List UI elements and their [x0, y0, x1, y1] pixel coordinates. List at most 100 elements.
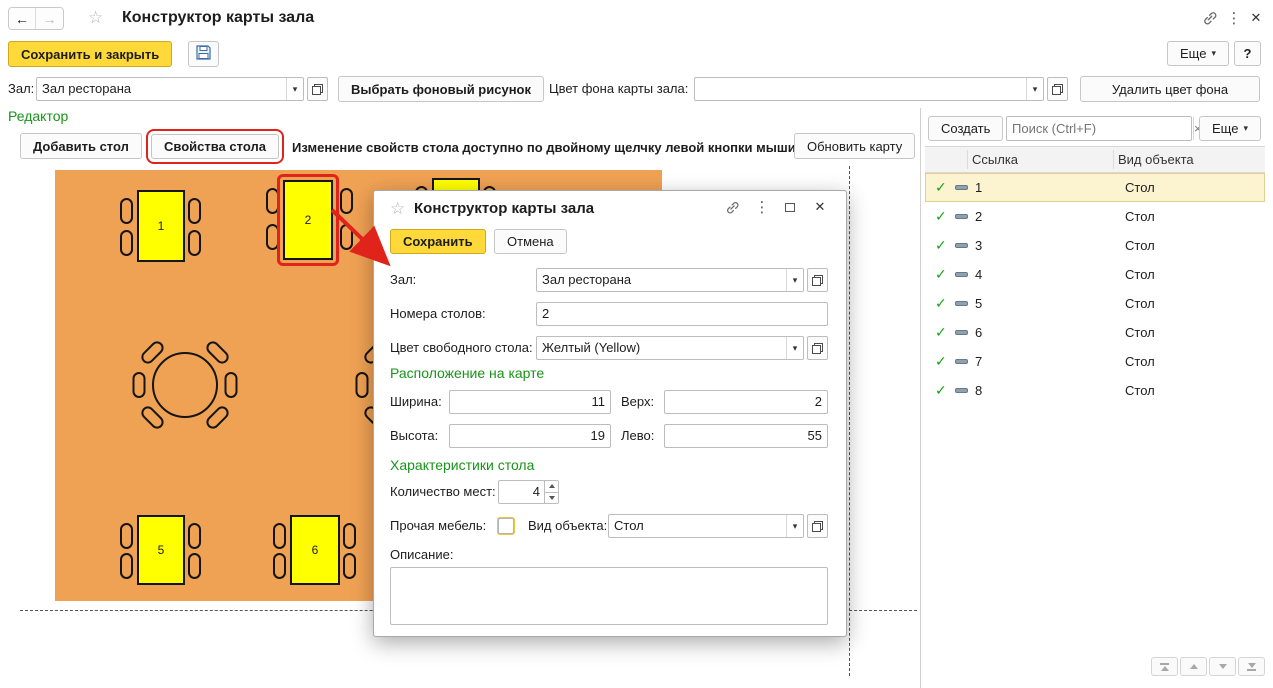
window-close-icon[interactable]: ✕ — [1246, 8, 1266, 28]
dialog-seats-value: 4 — [499, 481, 544, 503]
table-row[interactable]: ✓ 3 Стол — [925, 231, 1265, 260]
chair-icon — [188, 523, 201, 549]
spinner-buttons[interactable] — [544, 481, 558, 503]
open-form-icon — [812, 275, 823, 286]
spinner-up-icon[interactable] — [545, 481, 558, 493]
map-table-6[interactable]: 6 — [290, 515, 340, 585]
dialog-maximize-icon[interactable] — [780, 197, 800, 217]
row-ref: 5 — [975, 289, 982, 318]
help-button[interactable]: ? — [1234, 41, 1261, 66]
table-row[interactable]: ✓ 4 Стол — [925, 260, 1265, 289]
chevron-down-icon: ▾ — [1033, 85, 1038, 94]
dialog-free-color-combobox[interactable]: Желтый (Yellow) ▾ — [536, 336, 804, 360]
table-row[interactable]: ✓ 1 Стол — [925, 173, 1265, 202]
forward-icon: → — [43, 11, 57, 27]
row-ref: 3 — [975, 231, 982, 260]
dialog-numbers-label: Номера столов: — [390, 302, 486, 326]
column-header-ref[interactable]: Ссылка — [972, 147, 1018, 172]
dialog-top-input[interactable]: 2 — [664, 390, 828, 414]
dialog-hall-combobox[interactable]: Зал ресторана ▾ — [536, 268, 804, 292]
column-header-kind[interactable]: Вид объекта — [1118, 147, 1194, 172]
posted-check-icon: ✓ — [935, 318, 947, 347]
dialog-menu-dots-icon[interactable]: ⋮ — [752, 197, 772, 217]
bg-color-dropdown-button[interactable]: ▾ — [1026, 78, 1043, 100]
row-ref: 6 — [975, 318, 982, 347]
scroll-down-button[interactable] — [1209, 657, 1236, 676]
list-more-label: Еще — [1212, 121, 1238, 136]
dialog-left-input[interactable]: 55 — [664, 424, 828, 448]
scroll-to-bottom-button[interactable] — [1238, 657, 1265, 676]
catalog-item-icon — [955, 359, 968, 364]
dialog-seats-label: Количество мест: — [390, 480, 496, 504]
dialog-free-color-open-button[interactable] — [807, 336, 828, 360]
map-round-table[interactable] — [152, 352, 218, 418]
scroll-up-button[interactable] — [1180, 657, 1207, 676]
catalog-item-icon — [955, 330, 968, 335]
get-link-icon[interactable] — [1200, 8, 1220, 28]
dialog-numbers-input[interactable]: 2 — [536, 302, 828, 326]
dialog-cancel-button[interactable]: Отмена — [494, 229, 567, 254]
dialog-close-icon[interactable]: ✕ — [810, 197, 830, 217]
bg-color-combobox[interactable]: ▾ — [694, 77, 1044, 101]
dialog-description-textarea[interactable] — [390, 567, 828, 625]
save-button[interactable] — [188, 41, 219, 67]
table-row[interactable]: ✓ 2 Стол — [925, 202, 1265, 231]
list-more-button[interactable]: Еще ▾ — [1199, 116, 1261, 141]
dialog-object-kind-combobox[interactable]: Стол ▾ — [608, 514, 804, 538]
chair-icon — [120, 523, 133, 549]
spinner-down-icon[interactable] — [545, 493, 558, 504]
dialog-hall-dropdown-button[interactable]: ▾ — [786, 269, 803, 291]
bg-color-open-button[interactable] — [1047, 77, 1068, 101]
scroll-to-top-button[interactable] — [1151, 657, 1178, 676]
dialog-other-furniture-label: Прочая мебель: — [390, 514, 486, 538]
favorites-star-icon[interactable]: ☆ — [88, 8, 103, 28]
chair-icon — [133, 372, 146, 398]
panel-separator — [920, 108, 921, 688]
catalog-item-icon — [955, 185, 968, 190]
table-row[interactable]: ✓ 7 Стол — [925, 347, 1265, 376]
table-properties-button[interactable]: Свойства стола — [151, 134, 279, 159]
dialog-width-input[interactable]: 11 — [449, 390, 611, 414]
dialog-hall-open-button[interactable] — [807, 268, 828, 292]
table-row[interactable]: ✓ 6 Стол — [925, 318, 1265, 347]
dialog-width-label: Ширина: — [390, 390, 442, 414]
back-button[interactable]: ← — [9, 8, 36, 29]
dialog-save-button[interactable]: Сохранить — [390, 229, 486, 254]
save-and-close-button[interactable]: Сохранить и закрыть — [8, 41, 172, 67]
window-menu-dots-icon[interactable]: ⋮ — [1224, 8, 1244, 28]
map-table-1[interactable]: 1 — [137, 190, 185, 262]
add-table-button[interactable]: Добавить стол — [20, 133, 142, 159]
hall-dropdown-button[interactable]: ▾ — [286, 78, 303, 100]
dialog-get-link-icon[interactable] — [722, 197, 742, 217]
dialog-props-section-title: Характеристики стола — [390, 453, 534, 477]
row-kind: Стол — [1125, 173, 1155, 202]
dialog-object-kind-open-button[interactable] — [807, 514, 828, 538]
open-form-icon — [312, 84, 323, 95]
chevron-down-icon: ▾ — [793, 522, 798, 531]
search-input[interactable] — [1007, 117, 1193, 140]
hall-open-button[interactable] — [307, 77, 328, 101]
dialog-free-color-dropdown-button[interactable]: ▾ — [786, 337, 803, 359]
posted-check-icon: ✓ — [935, 260, 947, 289]
create-button[interactable]: Создать — [928, 116, 1003, 141]
hall-label: Зал: — [8, 77, 34, 101]
other-furniture-checkbox[interactable] — [498, 518, 514, 534]
chevron-down-icon: ▾ — [1211, 49, 1216, 58]
dialog-title: Конструктор карты зала — [414, 200, 594, 217]
remove-bg-color-button[interactable]: Удалить цвет фона — [1080, 76, 1260, 102]
map-table-5-number: 5 — [158, 543, 165, 557]
hall-combobox[interactable]: Зал ресторана ▾ — [36, 77, 304, 101]
dialog-seats-spinner[interactable]: 4 — [498, 480, 559, 504]
forward-button[interactable]: → — [36, 8, 63, 29]
toolbar-more-button[interactable]: Еще ▾ — [1167, 41, 1229, 66]
table-row[interactable]: ✓ 5 Стол — [925, 289, 1265, 318]
table-row[interactable]: ✓ 8 Стол — [925, 376, 1265, 405]
dialog-height-input[interactable]: 19 — [449, 424, 611, 448]
bg-color-label: Цвет фона карты зала: — [549, 77, 688, 101]
pick-background-button[interactable]: Выбрать фоновый рисунок — [338, 76, 544, 102]
dialog-object-kind-dropdown-button[interactable]: ▾ — [786, 515, 803, 537]
search-field[interactable]: × — [1006, 116, 1192, 141]
refresh-map-button[interactable]: Обновить карту — [794, 133, 915, 159]
open-form-icon — [1052, 84, 1063, 95]
map-table-5[interactable]: 5 — [137, 515, 185, 585]
